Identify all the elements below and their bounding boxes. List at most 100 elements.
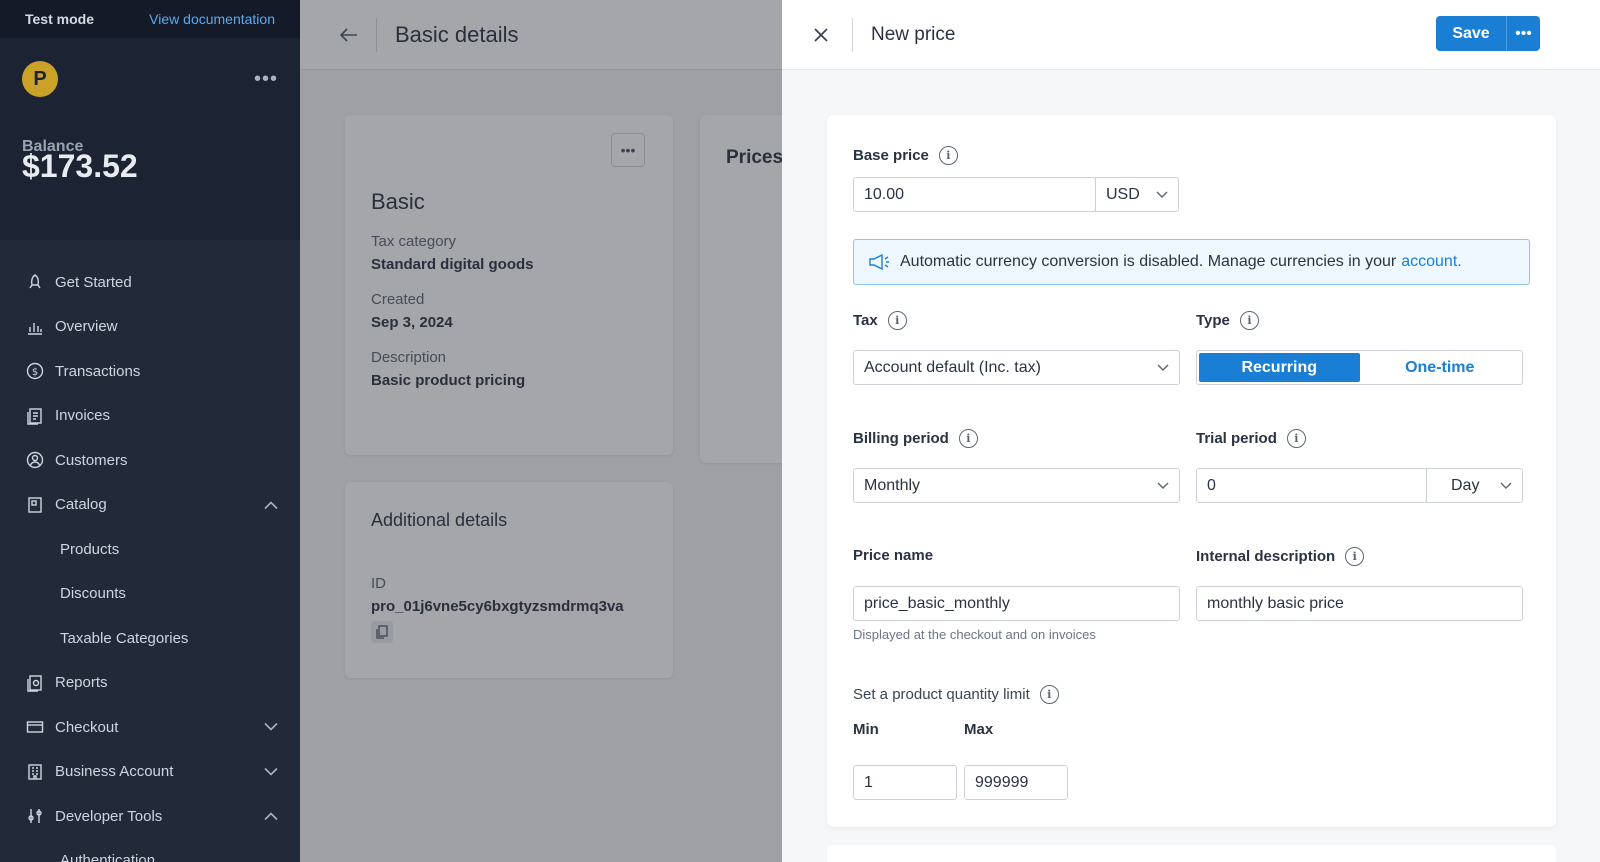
more-options-icon[interactable]: •••	[254, 68, 278, 91]
internal-description-label-text: Internal description	[1196, 548, 1336, 565]
tax-value: Account default (Inc. tax)	[864, 358, 1041, 376]
tax-select[interactable]: Account default (Inc. tax)	[853, 350, 1180, 385]
sidebar-item-label: Overview	[55, 318, 118, 336]
info-icon[interactable]: i	[958, 429, 978, 448]
currency-select[interactable]: USD	[1095, 177, 1179, 212]
sidebar-item-business-account[interactable]: Business Account	[0, 750, 300, 795]
invoice-icon	[25, 406, 45, 426]
price-name-label: Price name	[853, 547, 933, 564]
currency-value: USD	[1106, 185, 1140, 203]
info-icon[interactable]: i	[1039, 685, 1059, 704]
card-icon	[25, 717, 45, 737]
divider	[852, 17, 853, 52]
info-icon[interactable]: i	[1286, 429, 1306, 448]
sidebar-topbar: Test mode View documentation	[0, 0, 300, 38]
drawer-header: New price Save •••	[782, 0, 1600, 70]
trial-period-label: Trial period i	[1196, 429, 1306, 448]
billing-period-value: Monthly	[864, 476, 921, 494]
sidebar-item-get-started[interactable]: Get Started	[0, 260, 300, 305]
rocket-icon	[25, 272, 45, 292]
base-price-label: Base price i	[853, 146, 958, 165]
balance-label: Balance	[22, 138, 84, 155]
save-more-button[interactable]: •••	[1506, 16, 1540, 51]
balance-panel: Balance $173.52	[0, 120, 300, 240]
price-name-label-text: Price name	[853, 547, 934, 564]
sidebar-item-taxable-categories[interactable]: Taxable Categories	[0, 616, 300, 661]
chevron-down-icon	[1157, 359, 1169, 377]
quantity-limit-label-text: Set a product quantity limit	[853, 686, 1030, 703]
internal-description-input[interactable]: monthly basic price	[1196, 586, 1523, 621]
info-icon[interactable]: i	[938, 146, 958, 165]
reports-icon	[25, 673, 45, 693]
building-icon	[25, 762, 45, 782]
billing-period-select[interactable]: Monthly	[853, 468, 1180, 503]
billing-period-label-text: Billing period	[853, 430, 949, 447]
chevron-down-icon[interactable]	[264, 763, 278, 780]
price-form: Base price i 10.00 USD Automatic currenc…	[827, 115, 1556, 827]
sidebar-item-catalog[interactable]: Catalog	[0, 483, 300, 528]
sidebar-item-overview[interactable]: Overview	[0, 305, 300, 350]
new-price-drawer: New price Save ••• Base price i 10.00 US…	[782, 0, 1600, 862]
sidebar-item-transactions[interactable]: $ Transactions	[0, 349, 300, 394]
drawer-title: New price	[871, 23, 956, 45]
sidebar-item-products[interactable]: Products	[0, 527, 300, 572]
base-price-input[interactable]: 10.00	[853, 177, 1096, 212]
tax-label: Tax i	[853, 311, 907, 330]
min-label: Min	[853, 721, 879, 738]
info-icon[interactable]: i	[887, 311, 907, 330]
sidebar-item-label: Business Account	[55, 763, 174, 781]
save-button[interactable]: Save	[1436, 16, 1506, 51]
product-details-panel: Basic details ••• Basic Tax category Sta…	[300, 0, 1082, 862]
chevron-down-icon	[1156, 186, 1168, 204]
chevron-up-icon[interactable]	[264, 496, 278, 513]
price-name-hint: Displayed at the checkout and on invoice…	[853, 627, 1096, 642]
test-mode-label: Test mode	[25, 11, 94, 27]
sidebar-nav: Get Started Overview $ Transactions Invo…	[0, 240, 300, 862]
billing-period-label: Billing period i	[853, 429, 978, 448]
account-link[interactable]: account.	[1401, 253, 1461, 271]
dollar-icon: $	[25, 361, 45, 381]
megaphone-icon	[868, 253, 890, 271]
type-label-text: Type	[1196, 312, 1230, 329]
base-price-label-text: Base price	[853, 147, 929, 164]
trial-unit-select[interactable]: Day	[1426, 468, 1523, 503]
sidebar-item-label: Customers	[55, 451, 128, 469]
type-option-one-time[interactable]: One-time	[1360, 353, 1521, 382]
sidebar-item-discounts[interactable]: Discounts	[0, 572, 300, 617]
brand-row: P •••	[0, 38, 300, 120]
sidebar-item-authentication[interactable]: Authentication	[0, 839, 300, 862]
brand-logo[interactable]: P	[22, 61, 58, 97]
sidebar-item-checkout[interactable]: Checkout	[0, 705, 300, 750]
sidebar-item-label: Invoices	[55, 407, 111, 425]
sidebar-item-label: Reports	[55, 674, 108, 692]
chevron-down-icon[interactable]	[264, 719, 278, 736]
chevron-up-icon[interactable]	[264, 808, 278, 825]
trial-period-input[interactable]: 0	[1196, 468, 1427, 503]
info-icon[interactable]: i	[1345, 547, 1365, 566]
sidebar-item-label: Transactions	[55, 362, 141, 380]
sidebar-item-label: Get Started	[55, 273, 132, 291]
sidebar-item-label: Checkout	[55, 718, 119, 736]
save-button-group: Save •••	[1436, 16, 1540, 51]
view-documentation-link[interactable]: View documentation	[149, 11, 275, 27]
close-icon[interactable]	[806, 27, 836, 43]
svg-text:$: $	[32, 367, 38, 378]
min-quantity-input[interactable]: 1	[853, 765, 957, 800]
max-quantity-input[interactable]: 999999	[964, 765, 1068, 800]
internal-description-label: Internal description i	[1196, 547, 1365, 566]
tools-icon	[25, 806, 45, 826]
sidebar-item-customers[interactable]: Customers	[0, 438, 300, 483]
currency-conversion-notice: Automatic currency conversion is disable…	[853, 239, 1530, 285]
user-icon	[25, 450, 45, 470]
sidebar-item-invoices[interactable]: Invoices	[0, 394, 300, 439]
next-section-card	[827, 845, 1556, 862]
catalog-icon	[25, 495, 45, 515]
sidebar-item-reports[interactable]: Reports	[0, 661, 300, 706]
type-label: Type i	[1196, 311, 1259, 330]
price-name-input[interactable]: price_basic_monthly	[853, 586, 1180, 621]
info-icon[interactable]: i	[1239, 311, 1259, 330]
trial-period-label-text: Trial period	[1196, 430, 1277, 447]
chevron-down-icon	[1157, 477, 1169, 495]
type-option-recurring[interactable]: Recurring	[1199, 353, 1360, 382]
sidebar-item-developer-tools[interactable]: Developer Tools	[0, 794, 300, 839]
